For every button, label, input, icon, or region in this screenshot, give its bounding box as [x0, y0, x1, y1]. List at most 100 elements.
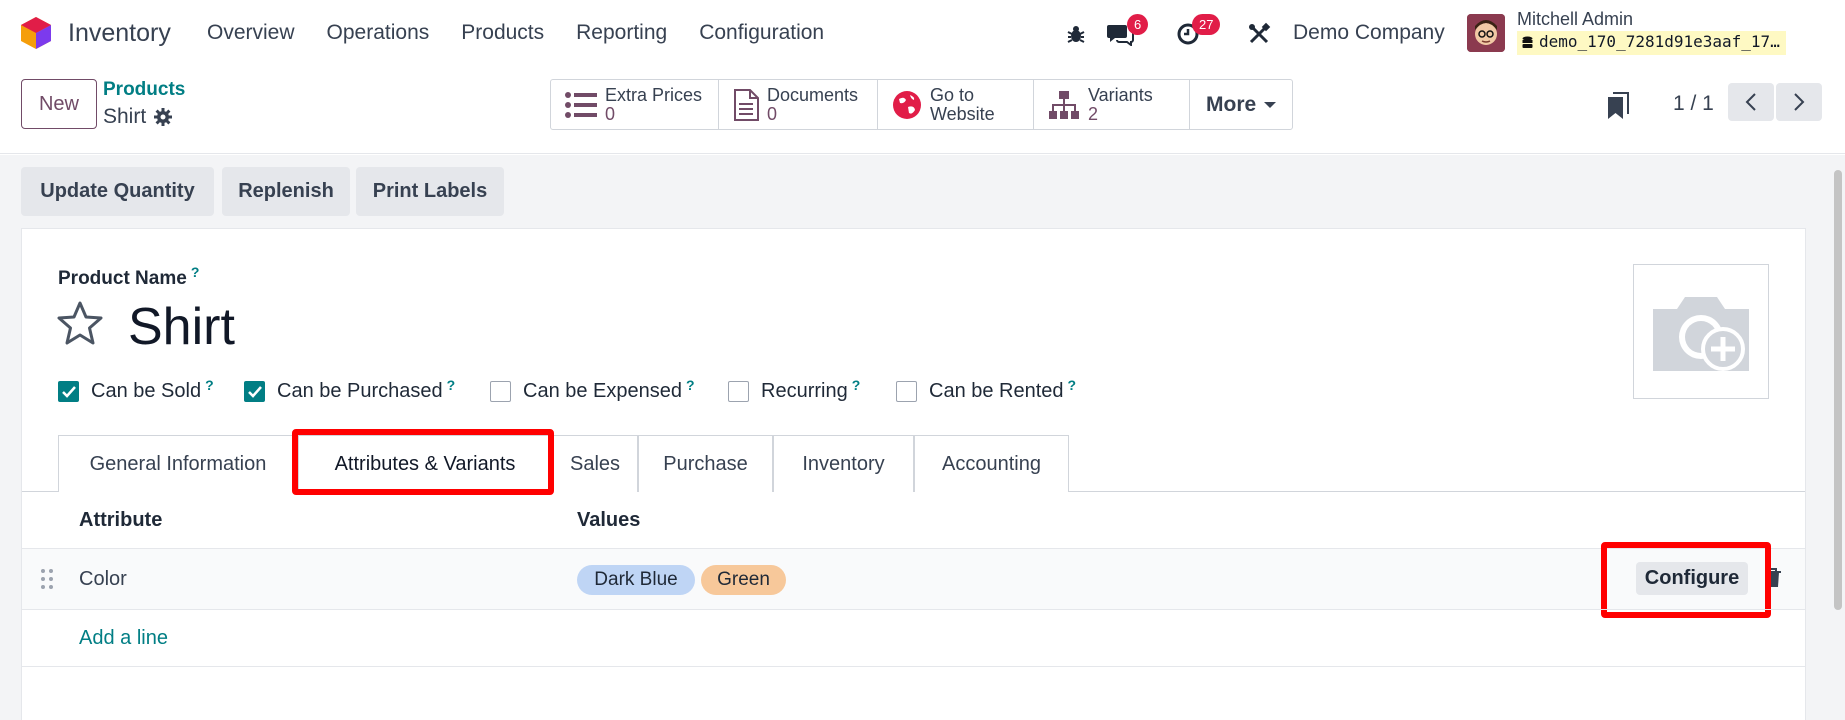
- recurring-text: Recurring: [761, 380, 848, 402]
- checkbox-unchecked-icon[interactable]: [490, 381, 511, 402]
- go-to-website-button[interactable]: Go to Website: [878, 80, 1034, 129]
- can-be-rented-checkbox[interactable]: Can be Rented?: [896, 377, 1077, 403]
- list-icon: [565, 91, 597, 118]
- breadcrumb-products[interactable]: Products: [103, 79, 185, 101]
- documents-button[interactable]: Documents 0: [719, 80, 878, 129]
- help-mark[interactable]: ?: [852, 377, 861, 393]
- bookmark-icon[interactable]: [1607, 92, 1629, 120]
- row-divider: [22, 609, 1805, 610]
- annotation-highlight-configure: [1601, 542, 1771, 618]
- documents-label: Documents: [767, 84, 859, 105]
- documents-count: 0: [767, 103, 778, 124]
- breadcrumb-current: Shirt: [103, 105, 173, 129]
- menu-products[interactable]: Products: [461, 21, 544, 45]
- checkbox-unchecked-icon[interactable]: [896, 381, 917, 402]
- database-name-text: demo_170_7281d91e3aaf_17…: [1539, 32, 1780, 51]
- extra-prices-button[interactable]: Extra Prices 0: [551, 80, 719, 129]
- smart-buttons: Extra Prices 0 Documents 0 Go to Website Va…: [550, 79, 1294, 130]
- database-icon: [1522, 36, 1533, 48]
- checkbox-checked-icon[interactable]: [244, 381, 265, 402]
- chevron-left-icon: [1745, 93, 1756, 111]
- can-be-sold-text: Can be Sold: [91, 380, 202, 402]
- tab-inventory[interactable]: Inventory: [773, 435, 914, 492]
- attribute-cell[interactable]: Color: [79, 568, 127, 591]
- gear-icon[interactable]: [154, 108, 173, 126]
- column-header-values[interactable]: Values: [577, 509, 640, 532]
- drag-handle-icon[interactable]: [40, 568, 54, 590]
- favorite-star-icon[interactable]: [56, 300, 104, 348]
- extra-prices-count: 0: [605, 103, 616, 124]
- user-name[interactable]: Mitchell Admin: [1517, 9, 1633, 30]
- can-be-sold-checkbox[interactable]: Can be Sold?: [58, 377, 214, 403]
- help-mark[interactable]: ?: [1068, 377, 1077, 393]
- more-label: More: [1206, 92, 1257, 116]
- variants-count: 2: [1088, 103, 1099, 124]
- avatar[interactable]: [1467, 14, 1505, 52]
- checkbox-checked-icon[interactable]: [58, 381, 79, 402]
- pager-value[interactable]: 1 / 1: [1673, 92, 1714, 116]
- help-mark[interactable]: ?: [205, 377, 214, 393]
- tab-general-information[interactable]: General Information: [58, 435, 298, 492]
- can-be-purchased-checkbox[interactable]: Can be Purchased?: [244, 377, 456, 403]
- help-mark[interactable]: ?: [447, 377, 456, 393]
- add-line-link[interactable]: Add a line: [79, 627, 168, 650]
- messages-badge: 6: [1127, 14, 1149, 35]
- menu-overview[interactable]: Overview: [207, 21, 295, 45]
- page-scrollbar-thumb[interactable]: [1834, 170, 1842, 610]
- help-mark[interactable]: ?: [191, 264, 200, 280]
- replenish-button[interactable]: Replenish: [222, 167, 350, 216]
- table-row[interactable]: [22, 549, 1805, 609]
- globe-icon: [893, 90, 921, 119]
- can-be-sold-label: Can be Sold?: [91, 377, 214, 403]
- top-navbar: Inventory Overview Operations Products R…: [0, 0, 1845, 66]
- menu-reporting[interactable]: Reporting: [576, 21, 667, 45]
- recurring-checkbox[interactable]: Recurring?: [728, 377, 861, 403]
- product-image-upload[interactable]: [1633, 264, 1769, 399]
- can-be-expensed-label: Can be Expensed?: [523, 377, 695, 403]
- can-be-expensed-text: Can be Expensed: [523, 380, 683, 402]
- value-tag-green[interactable]: Green: [701, 565, 786, 595]
- update-quantity-button[interactable]: Update Quantity: [21, 167, 214, 216]
- pager-next-button[interactable]: [1776, 83, 1822, 121]
- menu-operations[interactable]: Operations: [327, 21, 430, 45]
- document-icon: [734, 88, 759, 121]
- database-name: demo_170_7281d91e3aaf_17…: [1517, 31, 1786, 55]
- activities-badge: 27: [1192, 14, 1221, 35]
- tools-icon[interactable]: [1245, 20, 1273, 48]
- sitemap-icon: [1049, 90, 1079, 119]
- pager-previous-button[interactable]: [1728, 83, 1774, 121]
- go-to-label: Go to: [930, 84, 975, 105]
- can-be-rented-text: Can be Rented: [929, 380, 1064, 402]
- column-header-attribute[interactable]: Attribute: [79, 509, 162, 532]
- checkbox-unchecked-icon[interactable]: [728, 381, 749, 402]
- more-button[interactable]: More: [1190, 80, 1292, 129]
- bug-icon[interactable]: [1062, 20, 1090, 48]
- new-button[interactable]: New: [21, 79, 97, 129]
- tab-sales[interactable]: Sales: [552, 435, 638, 492]
- print-labels-button[interactable]: Print Labels: [356, 167, 504, 216]
- annotation-highlight-tab: [292, 429, 554, 495]
- recurring-label: Recurring?: [761, 377, 861, 403]
- product-name-label-text: Product Name: [58, 268, 187, 289]
- value-tag-dark-blue[interactable]: Dark Blue: [577, 565, 695, 595]
- tab-purchase[interactable]: Purchase: [638, 435, 773, 492]
- variants-button[interactable]: Variants 2: [1034, 80, 1190, 129]
- company-switcher[interactable]: Demo Company: [1293, 21, 1445, 45]
- can-be-purchased-label: Can be Purchased?: [277, 377, 456, 403]
- can-be-rented-label: Can be Rented?: [929, 377, 1077, 403]
- breadcrumb-current-label: Shirt: [103, 105, 147, 128]
- app-logo-icon[interactable]: [20, 16, 52, 50]
- main-menu: Overview Operations Products Reporting C…: [207, 21, 856, 45]
- tab-accounting[interactable]: Accounting: [914, 435, 1069, 492]
- row-divider: [22, 666, 1805, 667]
- can-be-expensed-checkbox[interactable]: Can be Expensed?: [490, 377, 695, 403]
- menu-configuration[interactable]: Configuration: [699, 21, 824, 45]
- chevron-right-icon: [1794, 93, 1805, 111]
- can-be-purchased-text: Can be Purchased: [277, 380, 443, 402]
- control-panel: New Products Shirt Extra Prices 0 Documen…: [0, 66, 1845, 154]
- extra-prices-label: Extra Prices: [605, 84, 703, 105]
- product-name-input[interactable]: Shirt: [128, 297, 235, 357]
- help-mark[interactable]: ?: [686, 377, 695, 393]
- app-title[interactable]: Inventory: [68, 19, 171, 48]
- variants-label: Variants: [1088, 84, 1153, 105]
